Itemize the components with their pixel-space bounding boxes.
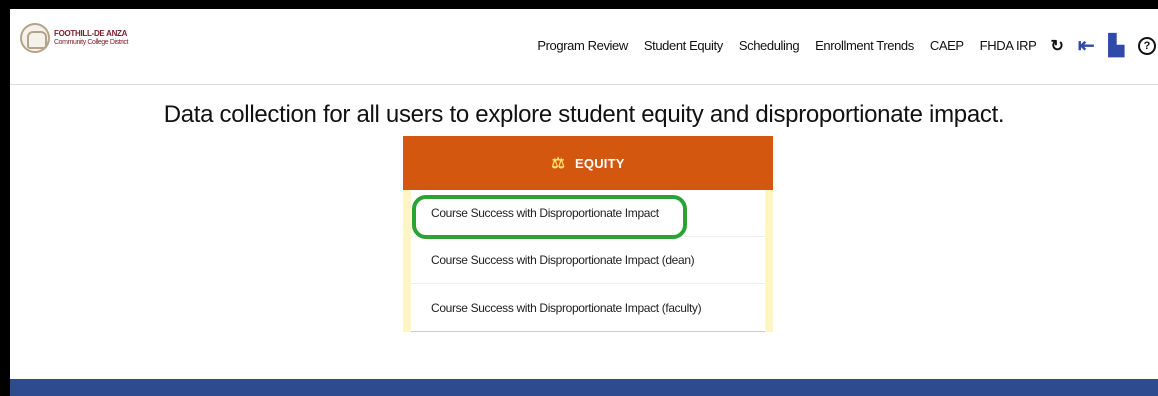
page-headline: Data collection for all users to explore…	[163, 101, 1005, 128]
menu-collapse-icon[interactable]: ⇤	[1078, 33, 1095, 58]
top-navigation-bar: FOOTHILL-DE ANZA Community College Distr…	[10, 9, 1158, 85]
nav-program-review[interactable]: Program Review	[537, 38, 628, 53]
footer-band	[10, 379, 1158, 396]
nav-enrollment-trends[interactable]: Enrollment Trends	[815, 38, 914, 53]
help-icon[interactable]: ?	[1138, 36, 1156, 55]
main-nav: Program Review Student Equity Scheduling…	[521, 33, 1156, 58]
district-logo[interactable]: FOOTHILL-DE ANZA Community College Distr…	[20, 23, 128, 53]
document-icon[interactable]: ▙	[1109, 33, 1124, 58]
equity-card-title: EQUITY	[575, 155, 625, 171]
nav-student-equity[interactable]: Student Equity	[644, 38, 723, 53]
link-course-success-di-dean[interactable]: Course Success with Disproportionate Imp…	[411, 237, 765, 284]
logo-line1: FOOTHILL-DE ANZA	[54, 29, 128, 38]
page-frame: FOOTHILL-DE ANZA Community College Distr…	[0, 0, 1158, 396]
link-course-success-di[interactable]: Course Success with Disproportionate Imp…	[411, 190, 765, 237]
link-course-success-di-faculty[interactable]: Course Success with Disproportionate Imp…	[411, 284, 765, 331]
logo-emblem-icon	[20, 23, 50, 53]
refresh-icon[interactable]: ↻	[1050, 36, 1063, 56]
nav-caep[interactable]: CAEP	[930, 38, 964, 53]
equity-card-body: Course Success with Disproportionate Imp…	[403, 190, 773, 332]
nav-fhda-irp[interactable]: FHDA IRP	[980, 38, 1037, 53]
logo-text: FOOTHILL-DE ANZA Community College Distr…	[54, 29, 128, 47]
equity-card: ⚖ EQUITY Course Success with Disproporti…	[403, 136, 773, 332]
equity-card-header[interactable]: ⚖ EQUITY	[403, 136, 773, 190]
equity-link-list: Course Success with Disproportionate Imp…	[411, 190, 765, 332]
scale-icon: ⚖	[551, 155, 566, 172]
logo-line2: Community College District	[54, 39, 129, 46]
nav-scheduling[interactable]: Scheduling	[739, 38, 800, 53]
